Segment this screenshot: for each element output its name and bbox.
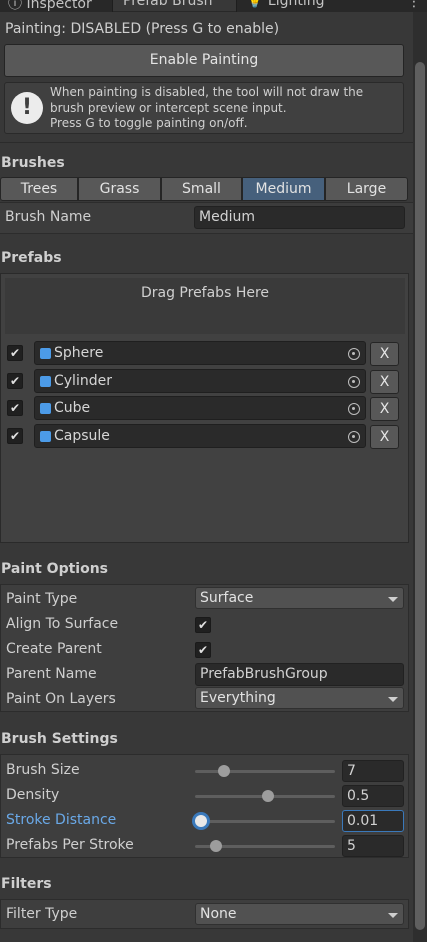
brush-name-input[interactable]: Medium (194, 206, 405, 229)
slider-handle[interactable] (195, 815, 207, 827)
tab-inspector[interactable]: ⓘ Inspector (8, 0, 92, 12)
brush-tab-small[interactable]: Small (161, 177, 242, 201)
align-to-surface-label: Align To Surface (6, 616, 119, 632)
tab-separator (236, 0, 237, 12)
brush-tab-grass[interactable]: Grass (78, 177, 161, 201)
list-item: ✔ Cylinder X (0, 369, 409, 396)
prefab-object-field[interactable]: Cylinder (34, 369, 366, 393)
drop-zone-label: Drag Prefabs Here (140, 285, 270, 301)
prefab-cube-icon (40, 431, 51, 442)
remove-prefab-button[interactable]: X (370, 425, 399, 449)
slider-value-input[interactable]: 5 (342, 835, 404, 857)
slider-label: Brush Size (6, 762, 80, 778)
filter-type-dropdown[interactable]: None (195, 903, 404, 925)
prefab-enabled-checkbox[interactable]: ✔ (7, 400, 23, 416)
slider-row: Brush Size 7 (1, 760, 408, 784)
brush-tab-large[interactable]: Large (325, 177, 408, 201)
brush-name-label: Brush Name (5, 209, 92, 225)
prefab-cube-icon (40, 348, 51, 359)
slider-label: Density (6, 787, 60, 803)
paint-on-layers-dropdown[interactable]: Everything (195, 687, 404, 709)
remove-prefab-button[interactable]: X (370, 342, 399, 366)
more-options-icon[interactable]: ⋮ (407, 0, 421, 10)
paint-on-layers-label: Paint On Layers (6, 691, 116, 707)
list-item: ✔ Capsule X (0, 424, 409, 451)
slider-handle[interactable] (217, 765, 230, 777)
slider-value-input[interactable]: 0.01 (342, 810, 404, 832)
slider-row: Stroke Distance 0.01 (1, 810, 408, 834)
prefab-name: Capsule (54, 428, 110, 444)
parent-name-input[interactable]: PrefabBrushGroup (195, 663, 404, 686)
list-item: ✔ Cube X (0, 396, 409, 423)
prefabs-header: Prefabs (1, 250, 62, 266)
window-tab-bar: ⓘ Inspector Prefab Brush 💡 Lighting ⋮ (0, 0, 427, 12)
brush-tab-trees[interactable]: Trees (0, 177, 78, 201)
create-parent-label: Create Parent (6, 641, 102, 657)
prefab-name: Cube (54, 400, 91, 416)
chevron-down-icon (388, 697, 398, 702)
slider-row: Prefabs Per Stroke 5 (1, 835, 408, 859)
slider-handle[interactable] (262, 790, 274, 802)
prefab-drop-zone[interactable]: Drag Prefabs Here (5, 278, 405, 334)
brush-settings-header: Brush Settings (1, 731, 118, 747)
prefab-name: Cylinder (54, 373, 112, 389)
painting-status: Painting: DISABLED (Press G to enable) (5, 21, 280, 37)
prefab-object-field[interactable]: Cube (34, 396, 366, 420)
paint-options-panel: Paint Type Surface Align To Surface ✔ Cr… (0, 584, 409, 712)
slider-track[interactable] (195, 820, 335, 823)
paint-type-dropdown[interactable]: Surface (195, 587, 404, 609)
chevron-down-icon (388, 597, 398, 602)
scrollbar-thumb[interactable] (415, 62, 425, 930)
slider-track[interactable] (195, 770, 335, 773)
prefab-object-field[interactable]: Sphere (34, 341, 366, 365)
help-box: ! When painting is disabled, the tool wi… (4, 82, 404, 134)
warning-icon: ! (11, 92, 43, 124)
create-parent-checkbox[interactable]: ✔ (195, 642, 211, 658)
slider-value-input[interactable]: 7 (342, 760, 404, 782)
chevron-down-icon (388, 913, 398, 918)
filters-panel: Filter Type None (0, 899, 409, 929)
object-picker-icon[interactable] (348, 431, 360, 443)
prefab-enabled-checkbox[interactable]: ✔ (7, 428, 23, 444)
tab-lighting[interactable]: 💡 Lighting (246, 0, 324, 11)
prefab-enabled-checkbox[interactable]: ✔ (7, 345, 23, 361)
help-text: When painting is disabled, the tool will… (50, 85, 364, 130)
slider-row: Density 0.5 (1, 785, 408, 809)
prefab-name: Sphere (54, 345, 104, 361)
prefab-list: ✔ Sphere X ✔ Cylinder X ✔ Cube X ✔ Capsu… (0, 341, 409, 453)
tab-prefab-brush[interactable]: Prefab Brush (113, 0, 236, 11)
enable-painting-button[interactable]: Enable Painting (4, 44, 404, 77)
prefab-brush-panel: Painting: DISABLED (Press G to enable) E… (0, 12, 413, 942)
object-picker-icon[interactable] (348, 376, 360, 388)
filter-type-label: Filter Type (6, 906, 78, 922)
prefab-object-field[interactable]: Capsule (34, 424, 366, 448)
filters-header: Filters (1, 876, 52, 892)
brush-tab-medium[interactable]: Medium (242, 177, 325, 201)
object-picker-icon[interactable] (348, 348, 360, 360)
info-icon: ⓘ (8, 0, 22, 12)
slider-label: Prefabs Per Stroke (6, 837, 134, 853)
remove-prefab-button[interactable]: X (370, 397, 399, 421)
align-to-surface-checkbox[interactable]: ✔ (195, 617, 211, 633)
prefab-cube-icon (40, 376, 51, 387)
brush-tabs: Trees Grass Small Medium Large (0, 177, 408, 201)
prefab-enabled-checkbox[interactable]: ✔ (7, 373, 23, 389)
prefab-cube-icon (40, 403, 51, 414)
bulb-icon: 💡 (246, 0, 264, 9)
brush-name-row: Brush Name Medium (0, 202, 413, 234)
brushes-header: Brushes (1, 155, 65, 171)
slider-handle[interactable] (209, 840, 222, 852)
slider-value-input[interactable]: 0.5 (342, 785, 404, 807)
paint-options-header: Paint Options (1, 561, 108, 577)
divider (0, 142, 413, 143)
parent-name-label: Parent Name (6, 666, 97, 682)
slider-label: Stroke Distance (6, 812, 117, 828)
remove-prefab-button[interactable]: X (370, 370, 399, 394)
object-picker-icon[interactable] (348, 403, 360, 415)
list-item: ✔ Sphere X (0, 341, 409, 368)
paint-type-label: Paint Type (6, 591, 78, 607)
brush-settings-panel: Brush Size 7 Density 0.5 Stroke Distance 0.01… (0, 754, 409, 858)
